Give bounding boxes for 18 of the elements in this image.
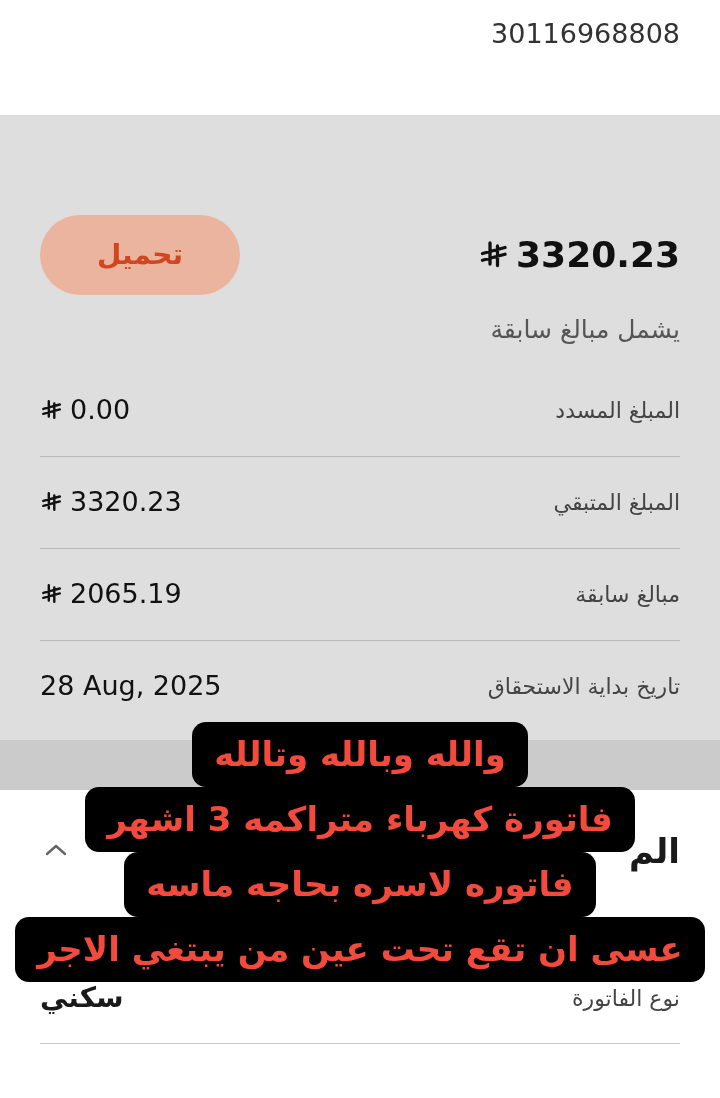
bill-label: نوع الفاتورة [572,984,680,1013]
bill-value: سكني [40,980,124,1016]
detail-label: المبلغ المسدد [555,396,680,425]
detail-value: 0.00 [70,392,131,427]
total-note: يشمل مبالغ سابقة [490,315,680,344]
currency-icon [40,491,62,513]
total-amount: 3320.23 [516,233,680,277]
download-button[interactable]: تحميل [40,215,240,295]
detail-value: 2065.19 [70,576,182,611]
detail-value: 3320.23 [70,484,182,519]
detail-label: تاريخ بداية الاستحقاق [487,673,680,701]
account-number: 30116968808 [491,17,680,51]
currency-icon [478,240,509,270]
currency-icon [40,399,62,421]
detail-label: مبالغ سابقة [575,580,680,609]
currency-icon [40,583,62,605]
detail-value: 28 Aug, 2025 [40,669,222,704]
detail-label: المبلغ المتبقي [553,488,680,518]
